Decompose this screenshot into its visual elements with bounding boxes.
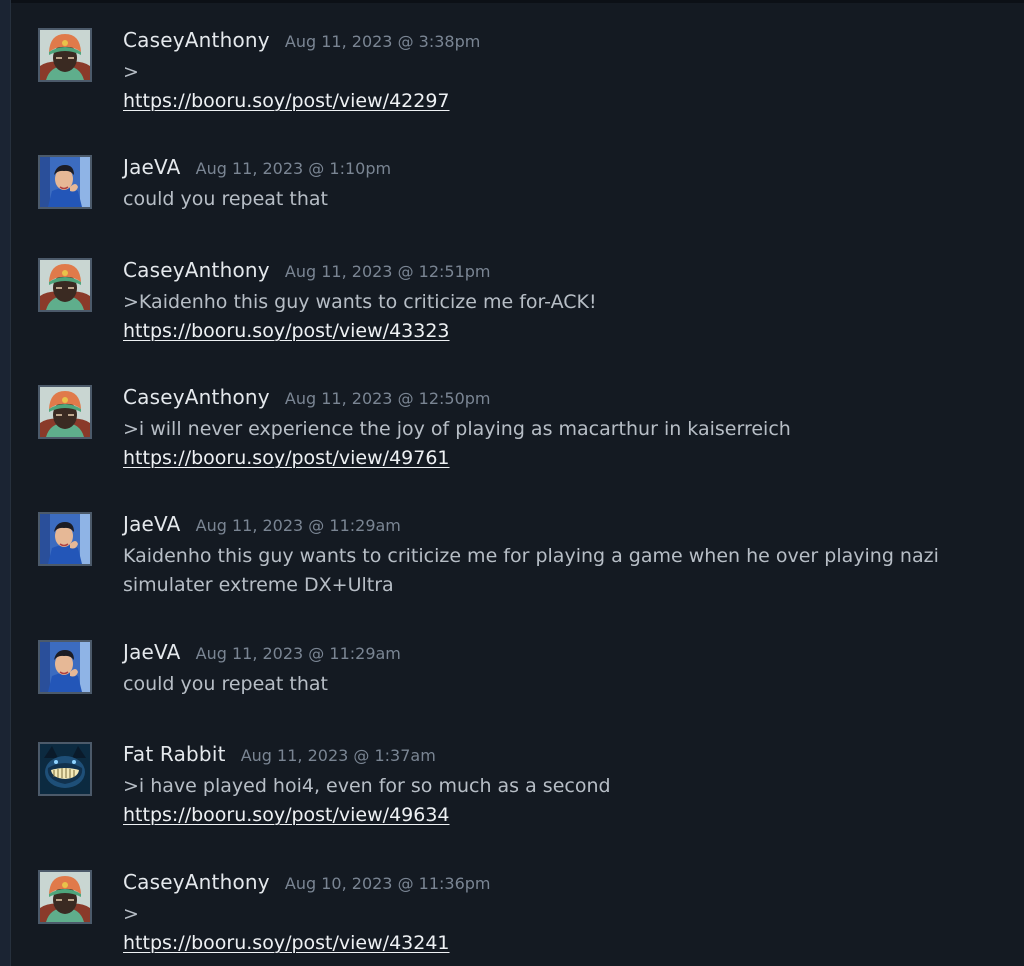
fat-rabbit-avatar-image bbox=[40, 744, 90, 794]
comment-text: >i will never experience the joy of play… bbox=[123, 418, 791, 440]
comment-timestamp: Aug 11, 2023 @ 12:51pm bbox=[284, 262, 491, 281]
comment-author[interactable]: Fat Rabbit bbox=[123, 742, 226, 766]
casey-avatar[interactable] bbox=[38, 385, 92, 439]
comment-text: >i have played hoi4, even for so much as… bbox=[123, 775, 611, 797]
casey-avatar-image bbox=[40, 387, 90, 437]
comment-link[interactable]: https://booru.soy/post/view/49761 bbox=[123, 447, 450, 469]
casey-avatar-image bbox=[40, 260, 90, 310]
comment-timestamp: Aug 11, 2023 @ 3:38pm bbox=[284, 32, 481, 51]
comment-timestamp: Aug 10, 2023 @ 11:36pm bbox=[284, 874, 491, 893]
jae-avatar-image bbox=[40, 514, 90, 564]
comment-link[interactable]: https://booru.soy/post/view/49634 bbox=[123, 804, 450, 826]
comment-link[interactable]: https://booru.soy/post/view/43241 bbox=[123, 932, 450, 954]
casey-avatar[interactable] bbox=[38, 258, 92, 312]
comment-timestamp: Aug 11, 2023 @ 11:29am bbox=[195, 644, 401, 663]
comment-link[interactable]: https://booru.soy/post/view/42297 bbox=[123, 90, 450, 112]
fat-rabbit-avatar[interactable] bbox=[38, 742, 92, 796]
comment-text-continued: simulater extreme DX+Ultra bbox=[123, 574, 394, 596]
comment-text: Kaidenho this guy wants to criticize me … bbox=[123, 545, 939, 567]
comment-author[interactable]: CaseyAnthony bbox=[123, 385, 270, 409]
casey-avatar-image bbox=[40, 872, 90, 922]
jae-avatar[interactable] bbox=[38, 640, 92, 694]
casey-avatar[interactable] bbox=[38, 870, 92, 924]
comment-author[interactable]: CaseyAnthony bbox=[123, 870, 270, 894]
comment-author[interactable]: CaseyAnthony bbox=[123, 258, 270, 282]
jae-avatar-image bbox=[40, 157, 90, 207]
comment-timestamp: Aug 11, 2023 @ 1:10pm bbox=[195, 159, 392, 178]
casey-avatar[interactable] bbox=[38, 28, 92, 82]
comment-text: > bbox=[123, 61, 139, 83]
jae-avatar[interactable] bbox=[38, 512, 92, 566]
comment-author[interactable]: JaeVA bbox=[123, 640, 181, 664]
comment-text: could you repeat that bbox=[123, 188, 328, 210]
comment-timestamp: Aug 11, 2023 @ 1:37am bbox=[240, 746, 436, 765]
left-rail bbox=[0, 0, 11, 966]
comment-author[interactable]: CaseyAnthony bbox=[123, 28, 270, 52]
top-divider bbox=[0, 0, 1024, 3]
comment-author[interactable]: JaeVA bbox=[123, 512, 181, 536]
comment-text: could you repeat that bbox=[123, 673, 328, 695]
comment-text: > bbox=[123, 903, 139, 925]
comment-link[interactable]: https://booru.soy/post/view/43323 bbox=[123, 320, 450, 342]
comment-author[interactable]: JaeVA bbox=[123, 155, 181, 179]
comment-text: >Kaidenho this guy wants to criticize me… bbox=[123, 291, 597, 313]
jae-avatar[interactable] bbox=[38, 155, 92, 209]
jae-avatar-image bbox=[40, 642, 90, 692]
casey-avatar-image bbox=[40, 30, 90, 80]
comment-timestamp: Aug 11, 2023 @ 12:50pm bbox=[284, 389, 491, 408]
comment-timestamp: Aug 11, 2023 @ 11:29am bbox=[195, 516, 401, 535]
